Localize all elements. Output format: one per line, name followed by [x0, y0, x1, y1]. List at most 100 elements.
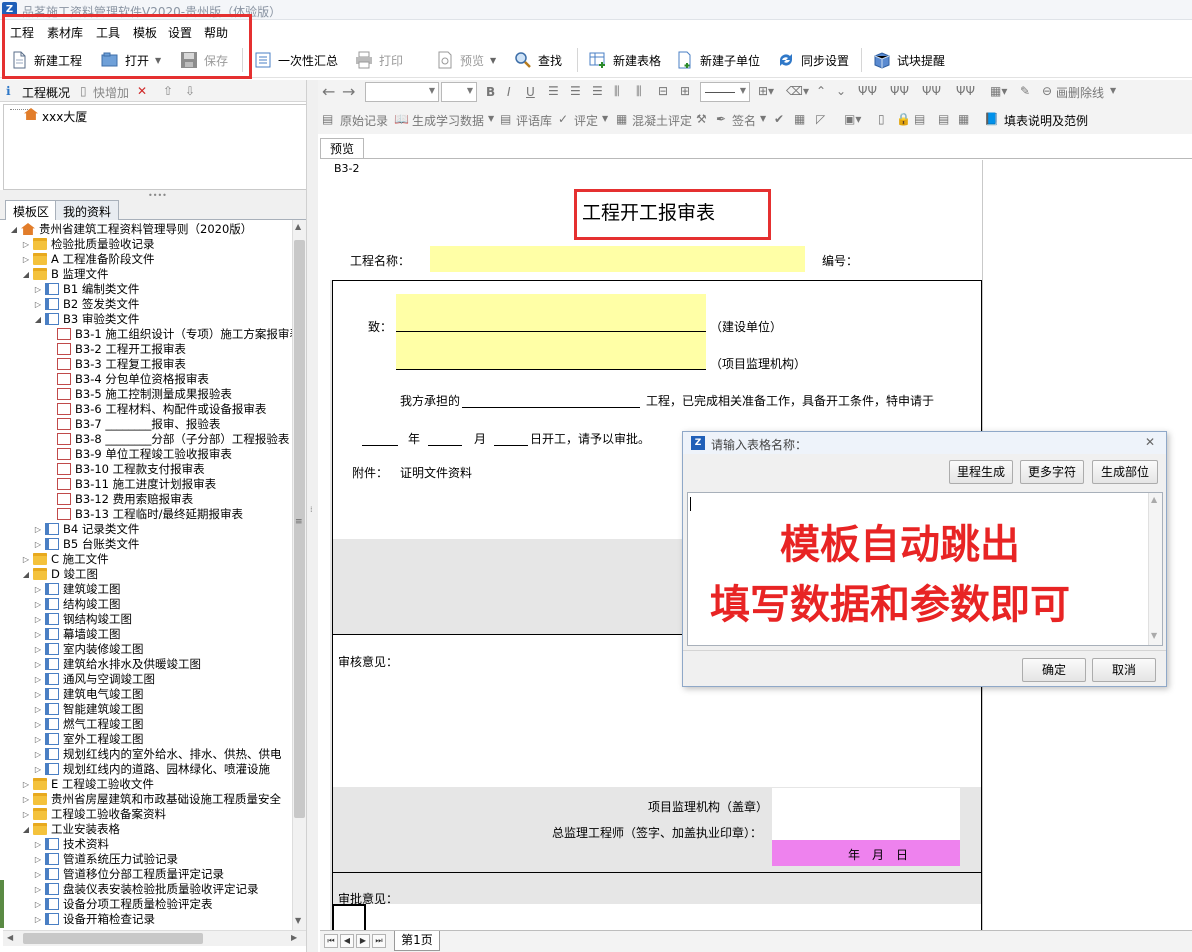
generate-study-data-button[interactable]: 生成学习数据 — [412, 112, 484, 129]
format-brush-icon[interactable]: ✎ — [1020, 84, 1030, 98]
font-name-select[interactable]: ▼ — [365, 82, 439, 102]
open-dropdown-icon[interactable]: ▼ — [155, 56, 161, 65]
tree-node[interactable]: B3-11 施工进度计划报审表 — [3, 477, 292, 492]
tree-vertical-scrollbar[interactable]: ▲ ≡ ▼ — [292, 220, 306, 930]
collapsed-arrow-icon[interactable]: ▷ — [33, 582, 43, 597]
tree-node[interactable]: ▷ E 工程竣工验收文件 — [3, 777, 292, 792]
open-button[interactable]: 打开 ▼ — [101, 48, 161, 72]
tab-template-area[interactable]: 模板区 — [5, 200, 58, 221]
tree-node[interactable]: ◢ B3 审验类文件 — [3, 312, 292, 327]
next-page-icon[interactable]: ▶ — [356, 934, 370, 948]
collapsed-arrow-icon[interactable]: ▷ — [21, 552, 31, 567]
underline-icon[interactable]: U — [526, 85, 535, 99]
date-field[interactable]: 年 月 日 — [772, 840, 960, 866]
menu-tools[interactable]: 工具 — [96, 24, 120, 41]
collapsed-arrow-icon[interactable]: ▷ — [33, 597, 43, 612]
tab-page-1[interactable]: 第1页 — [394, 931, 440, 951]
tree-node[interactable]: ▷ 幕墙竣工图 — [3, 627, 292, 642]
start-month-field[interactable] — [428, 408, 462, 446]
scroll-thumb[interactable] — [294, 240, 305, 818]
project-overview-button[interactable]: 工程概况 — [22, 84, 70, 101]
fill-guide-button[interactable]: 填表说明及范例 — [1004, 112, 1088, 129]
new-table-button[interactable]: 新建表格 — [589, 48, 661, 72]
tree-node[interactable]: B3-13 工程临时/最终延期报审表 — [3, 507, 292, 522]
collapsed-arrow-icon[interactable]: ▷ — [33, 882, 43, 897]
collapsed-arrow-icon[interactable]: ▷ — [33, 522, 43, 537]
cells-icon[interactable]: ▦ — [958, 112, 969, 126]
tree-node[interactable]: ◢ B 监理文件 — [3, 267, 292, 282]
tree-node[interactable]: ◢ 贵州省建筑工程资料管理导则（2020版） — [3, 222, 292, 237]
close-icon[interactable]: ✕ — [1145, 435, 1155, 449]
tree-node[interactable]: B3-10 工程款支付报审表 — [3, 462, 292, 477]
generate-part-button[interactable]: 生成部位 — [1092, 460, 1158, 484]
expanded-arrow-icon[interactable]: ◢ — [21, 822, 31, 837]
mileage-generate-button[interactable]: 里程生成 — [949, 460, 1013, 484]
scroll-right-icon[interactable]: ▶ — [291, 933, 297, 942]
sign-button[interactable]: 签名 — [732, 112, 756, 129]
tree-node[interactable]: ▷ 技术资料 — [3, 837, 292, 852]
diagonal-cell-icon[interactable]: ◸ — [816, 112, 825, 126]
tree-node[interactable]: ▷ 盘装仪表安装检验批质量验收评定记录 — [3, 882, 292, 897]
tree-node[interactable]: B3-1 施工组织设计（专项）施工方案报审表 — [3, 327, 292, 342]
scroll-down-icon[interactable]: ▼ — [1151, 631, 1157, 640]
tree-node[interactable]: B3-2 工程开工报审表 — [3, 342, 292, 357]
eraser-icon[interactable]: ⌫▾ — [786, 84, 809, 98]
tree-node[interactable]: B3-3 工程复工报审表 — [3, 357, 292, 372]
tree-horizontal-scrollbar[interactable]: ◀ ▶ — [3, 930, 306, 946]
tree-node[interactable]: B3-4 分包单位资格报审表 — [3, 372, 292, 387]
textarea-scrollbar[interactable]: ▲ ▼ — [1148, 493, 1162, 645]
collapsed-arrow-icon[interactable]: ▷ — [33, 672, 43, 687]
tree-node[interactable]: ▷ 通风与空调竣工图 — [3, 672, 292, 687]
start-day-field[interactable] — [494, 408, 528, 446]
undo-icon[interactable]: ← — [322, 82, 335, 101]
collapsed-arrow-icon[interactable]: ▷ — [21, 807, 31, 822]
tree-node[interactable]: ▷ B2 签发类文件 — [3, 297, 292, 312]
ok-button[interactable]: 确定 — [1022, 658, 1086, 682]
list-icon[interactable]: ▤ — [938, 112, 949, 126]
collapsed-arrow-icon[interactable]: ▷ — [33, 702, 43, 717]
collapsed-arrow-icon[interactable]: ▷ — [21, 252, 31, 267]
tree-node[interactable]: ▷ A 工程准备阶段文件 — [3, 252, 292, 267]
collapsed-arrow-icon[interactable]: ▷ — [33, 837, 43, 852]
strikethrough-button[interactable]: 画删除线 — [1056, 84, 1104, 101]
tree-node[interactable]: ▷ C 施工文件 — [3, 552, 292, 567]
symbol-icon[interactable]: ΨΨ — [858, 84, 877, 98]
scroll-thumb[interactable] — [23, 933, 203, 944]
chevron-down-icon[interactable]: ▼ — [1110, 86, 1116, 95]
original-record-button[interactable]: 原始记录 — [340, 112, 388, 129]
superscript-icon[interactable]: ⌃ — [816, 84, 826, 98]
construction-unit-field[interactable] — [396, 294, 706, 332]
tree-node[interactable]: ▷ 智能建筑竣工图 — [3, 702, 292, 717]
menu-settings[interactable]: 设置 — [168, 24, 192, 41]
delete-icon[interactable]: ✕ — [137, 84, 147, 98]
tree-node[interactable]: ▷ 工程竣工验收备案资料 — [3, 807, 292, 822]
supervision-unit-field[interactable] — [396, 332, 706, 370]
preview-button[interactable]: 预览 ▼ — [436, 48, 496, 72]
panel-splitter[interactable]: •••• — [0, 190, 314, 200]
preview-dropdown-icon[interactable]: ▼ — [490, 56, 496, 65]
project-name-field[interactable] — [430, 246, 805, 272]
font-size-select[interactable]: ▼ — [441, 82, 477, 102]
collapsed-arrow-icon[interactable]: ▷ — [33, 867, 43, 882]
collapsed-arrow-icon[interactable]: ▷ — [33, 912, 43, 927]
tree-node[interactable]: ▷ B1 编制类文件 — [3, 282, 292, 297]
new-subunit-button[interactable]: 新建子单位 — [676, 48, 760, 72]
signature-field[interactable] — [772, 788, 960, 840]
line-style-select[interactable]: ▼ — [700, 82, 750, 102]
collapsed-arrow-icon[interactable]: ▷ — [33, 612, 43, 627]
calendar-icon[interactable]: ▦▾ — [990, 84, 1007, 98]
symbol-icon[interactable]: ΨΨ — [890, 84, 909, 98]
align-left-icon[interactable]: ☰ — [548, 84, 559, 98]
page-icon[interactable]: ▯ — [878, 112, 885, 126]
assess-button[interactable]: 评定 — [574, 112, 598, 129]
scroll-up-icon[interactable]: ▲ — [295, 222, 301, 231]
tree-node[interactable]: ▷ 建筑给水排水及供暖竣工图 — [3, 657, 292, 672]
collapsed-arrow-icon[interactable]: ▷ — [33, 282, 43, 297]
chevron-down-icon[interactable]: ▼ — [760, 114, 766, 123]
redo-icon[interactable]: → — [342, 82, 355, 101]
tree-node[interactable]: ▷ 管道系统压力试验记录 — [3, 852, 292, 867]
collapsed-arrow-icon[interactable]: ▷ — [33, 642, 43, 657]
tree-node[interactable]: ▷ 检验批质量验收记录 — [3, 237, 292, 252]
tree-node[interactable]: ▷ 建筑竣工图 — [3, 582, 292, 597]
expanded-arrow-icon[interactable]: ◢ — [21, 267, 31, 282]
